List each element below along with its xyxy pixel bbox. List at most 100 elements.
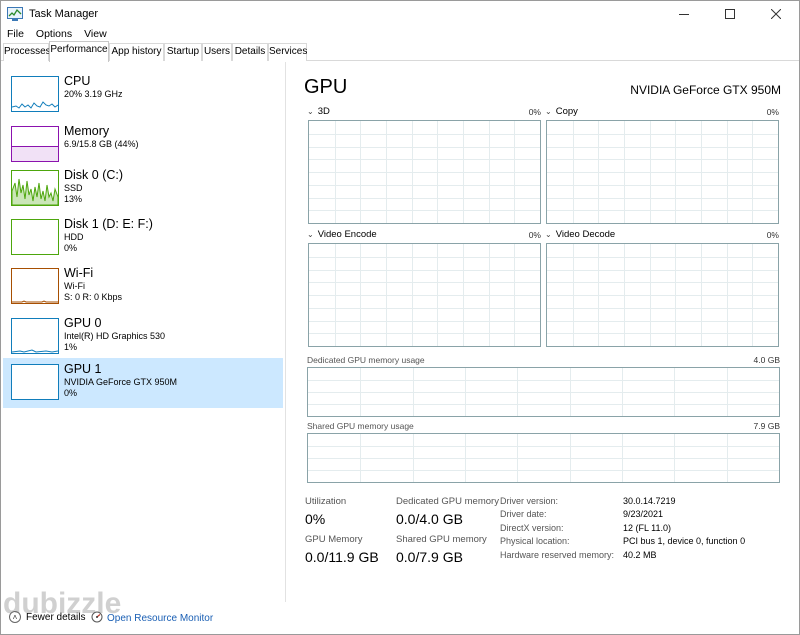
- engine-video-decode-label: Video Decode: [555, 229, 616, 240]
- engine-copy-label: Copy: [555, 106, 578, 117]
- driver-date-value: 9/23/2021: [623, 509, 664, 519]
- engine-copy-selector[interactable]: ⌄ Copy: [545, 106, 578, 117]
- engine-video-decode-graph: [546, 243, 779, 347]
- directx-version-value: 12 (FL 11.0): [623, 523, 672, 533]
- wifi-thumbnail-graph: [11, 268, 59, 304]
- engine-copy-graph: [546, 120, 779, 224]
- chevron-down-icon: ⌄: [545, 230, 552, 239]
- physical-location-key: Physical location:: [500, 536, 570, 546]
- gpu1-thumbnail-graph: [11, 364, 59, 400]
- driver-version-key: Driver version:: [500, 496, 559, 506]
- engine-copy-percent: 0%: [766, 107, 779, 117]
- utilization-value: 0%: [305, 511, 326, 527]
- chevron-down-icon: ⌄: [307, 230, 314, 239]
- sidebar-item-gpu0[interactable]: GPU 0 Intel(R) HD Graphics 530 1%: [3, 312, 283, 362]
- sidebar-wifi-title: Wi-Fi: [64, 266, 94, 280]
- sidebar-wifi-type: Wi-Fi: [64, 281, 85, 291]
- gpu0-thumbnail-graph: [11, 318, 59, 354]
- sidebar-item-disk1[interactable]: Disk 1 (D: E: F:) HDD 0%: [3, 213, 283, 263]
- sidebar-gpu0-title: GPU 0: [64, 316, 102, 330]
- disk0-thumbnail-graph: [11, 170, 59, 206]
- tab-users[interactable]: Users: [202, 43, 232, 61]
- driver-version-value: 30.0.14.7219: [623, 496, 676, 506]
- sidebar-disk0-usage: 13%: [64, 194, 83, 204]
- engine-3d-graph: [308, 120, 541, 224]
- engine-3d-label: 3D: [317, 106, 330, 117]
- shared-memory-label: Shared GPU memory usage: [307, 421, 414, 431]
- sidebar-disk1-title: Disk 1 (D: E: F:): [64, 217, 153, 231]
- sidebar-item-wifi[interactable]: Wi-Fi Wi-Fi S: 0 R: 0 Kbps: [3, 262, 283, 312]
- sidebar-disk1-type: HDD: [64, 232, 84, 242]
- gpu-model-name: NVIDIA GeForce GTX 950M: [630, 83, 781, 97]
- sidebar-wifi-throughput: S: 0 R: 0 Kbps: [64, 292, 123, 302]
- sidebar-gpu0-usage: 1%: [64, 342, 78, 352]
- tab-performance[interactable]: Performance: [49, 41, 109, 62]
- sidebar-item-disk0[interactable]: Disk 0 (C:) SSD 13%: [3, 164, 283, 214]
- sidebar-disk0-title: Disk 0 (C:): [64, 168, 124, 182]
- menu-view[interactable]: View: [78, 28, 113, 40]
- driver-date-key: Driver date:: [500, 509, 547, 519]
- shared-memory-graph: [307, 433, 780, 483]
- sidebar-item-cpu[interactable]: CPU 20% 3.19 GHz: [3, 70, 283, 120]
- page-title: GPU: [304, 76, 348, 98]
- sidebar-disk0-type: SSD: [64, 183, 83, 193]
- engine-video-decode-percent: 0%: [766, 230, 779, 240]
- dedicated-memory-label: Dedicated GPU memory usage: [307, 355, 425, 365]
- utilization-label: Utilization: [305, 496, 347, 507]
- shared-gpu-memory-label: Shared GPU memory: [396, 534, 487, 545]
- watermark-logo: dubizzle: [3, 587, 122, 620]
- window-title: Task Manager: [29, 8, 99, 20]
- sidebar-cpu-detail: 20% 3.19 GHz: [64, 89, 123, 99]
- sidebar-cpu-title: CPU: [64, 74, 91, 88]
- maximize-button[interactable]: [707, 1, 753, 27]
- gpu-memory-label: GPU Memory: [305, 534, 363, 545]
- dedicated-memory-max: 4.0 GB: [753, 355, 780, 365]
- minimize-button[interactable]: [661, 1, 707, 27]
- tab-services[interactable]: Services: [268, 43, 307, 61]
- sidebar-memory-title: Memory: [64, 124, 110, 138]
- task-manager-window: Task Manager File Options View Processes…: [0, 0, 800, 635]
- tab-startup[interactable]: Startup: [164, 43, 202, 61]
- shared-memory-max: 7.9 GB: [753, 421, 780, 431]
- tab-app-history[interactable]: App history: [109, 43, 164, 61]
- engine-video-encode-graph: [308, 243, 541, 347]
- chevron-down-icon: ⌄: [307, 107, 314, 116]
- task-manager-icon: [7, 7, 23, 21]
- sidebar-memory-detail: 6.9/15.8 GB (44%): [64, 139, 139, 149]
- gpu-memory-value: 0.0/11.9 GB: [305, 549, 379, 565]
- engine-video-encode-percent: 0%: [528, 230, 541, 240]
- directx-version-key: DirectX version:: [500, 523, 564, 533]
- engine-3d-percent: 0%: [528, 107, 541, 117]
- close-button[interactable]: [753, 1, 799, 27]
- tab-details[interactable]: Details: [232, 43, 268, 61]
- sidebar-gpu1-model: NVIDIA GeForce GTX 950M: [64, 377, 178, 387]
- sidebar-item-gpu1[interactable]: GPU 1 NVIDIA GeForce GTX 950M 0%: [3, 358, 283, 408]
- sidebar-disk1-usage: 0%: [64, 243, 78, 253]
- gpu-detail-panel: GPU NVIDIA GeForce GTX 950M ⌄ 3D 0% ⌄ Co…: [287, 62, 799, 602]
- engine-video-encode-selector[interactable]: ⌄ Video Encode: [307, 229, 377, 240]
- menu-options[interactable]: Options: [30, 28, 78, 40]
- sidebar-gpu1-usage: 0%: [64, 388, 78, 398]
- chevron-down-icon: ⌄: [545, 107, 552, 116]
- engine-video-encode-label: Video Encode: [317, 229, 377, 240]
- tab-processes[interactable]: Processes: [3, 43, 51, 61]
- engine-3d-selector[interactable]: ⌄ 3D: [307, 106, 330, 117]
- dedicated-gpu-memory-label: Dedicated GPU memory: [396, 496, 499, 507]
- physical-location-value: PCI bus 1, device 0, function 0: [623, 536, 746, 546]
- menu-file[interactable]: File: [1, 28, 30, 40]
- disk1-thumbnail-graph: [11, 219, 59, 255]
- memory-thumbnail-graph: [11, 126, 59, 162]
- shared-gpu-memory-value: 0.0/7.9 GB: [396, 549, 463, 565]
- sidebar-gpu0-model: Intel(R) HD Graphics 530: [64, 331, 166, 341]
- dedicated-memory-graph: [307, 367, 780, 417]
- hardware-reserved-memory-value: 40.2 MB: [623, 550, 657, 560]
- engine-video-decode-selector[interactable]: ⌄ Video Decode: [545, 229, 615, 240]
- hardware-reserved-memory-key: Hardware reserved memory:: [500, 550, 615, 560]
- title-bar: Task Manager: [1, 1, 799, 27]
- open-resource-monitor-label: Open Resource Monitor: [107, 613, 214, 624]
- performance-sidebar: CPU 20% 3.19 GHz Memory 6.9/15.8 GB (44%…: [1, 62, 286, 602]
- cpu-thumbnail-graph: [11, 76, 59, 112]
- sidebar-item-memory[interactable]: Memory 6.9/15.8 GB (44%): [3, 120, 283, 170]
- sidebar-gpu1-title: GPU 1: [64, 362, 102, 376]
- dedicated-gpu-memory-value: 0.0/4.0 GB: [396, 511, 463, 527]
